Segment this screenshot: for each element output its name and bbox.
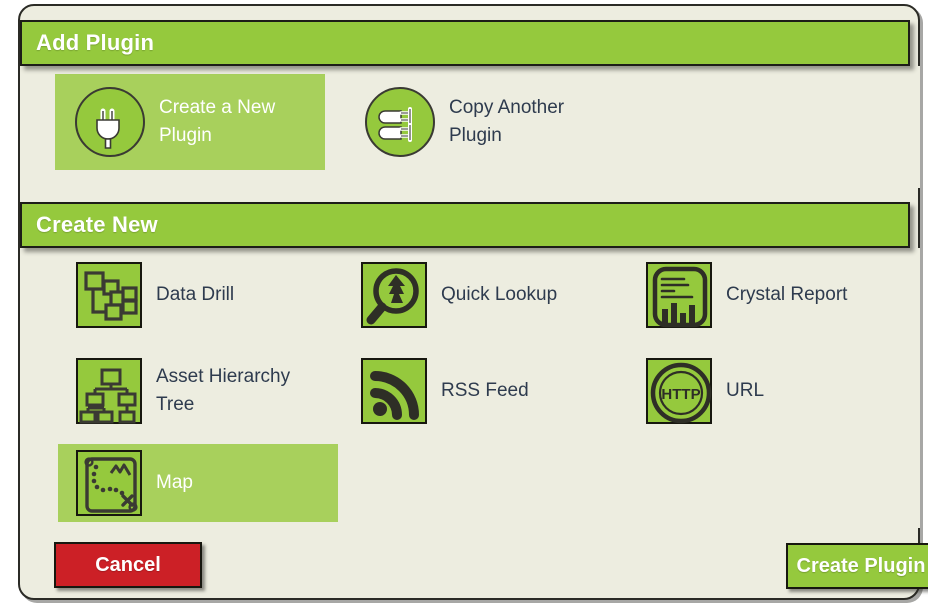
plug-icon [75, 87, 145, 157]
magnifier-bolt-icon [361, 262, 427, 328]
hierarchy-tree-icon [76, 358, 142, 424]
panel-create-new: Data Drill Quick Lookup Crystal Report A… [40, 248, 920, 528]
cancel-button[interactable]: Cancel [54, 542, 202, 588]
option-quick-lookup[interactable]: Quick Lookup [343, 256, 623, 334]
create-plugin-button-label: Create Plugin [796, 554, 926, 577]
cancel-button-label: Cancel [95, 553, 161, 576]
section-title-create-new: Create New [36, 212, 158, 237]
option-label: Map [156, 472, 193, 494]
option-rss-feed[interactable]: RSS Feed [343, 352, 623, 430]
option-label: RSS Feed [441, 380, 529, 402]
option-url[interactable]: HTTP URL [628, 352, 908, 430]
option-label: Copy Another Plugin [449, 97, 565, 146]
option-label: Crystal Report [726, 284, 848, 306]
section-header-create-new: Create New [20, 202, 910, 248]
option-copy-another-plugin[interactable]: Copy Another Plugin [345, 74, 625, 170]
option-label: Create a New Plugin [159, 97, 276, 146]
option-asset-hierarchy-tree[interactable]: Asset Hierarchy Tree [58, 352, 338, 430]
two-plugs-icon [365, 87, 435, 157]
option-label: Data Drill [156, 284, 235, 306]
create-plugin-button[interactable]: Create Plugin [786, 543, 928, 589]
panel-add-plugin: Create a New Plugin Copy Another Plugin [40, 66, 920, 188]
report-chart-icon [646, 262, 712, 328]
section-header-add-plugin: Add Plugin [20, 20, 910, 66]
option-data-drill[interactable]: Data Drill [58, 256, 338, 334]
data-drill-icon [76, 262, 142, 328]
http-globe-icon: HTTP [646, 358, 712, 424]
svg-text:HTTP: HTTP [661, 386, 700, 403]
option-label: Quick Lookup [441, 284, 558, 306]
option-map[interactable]: Map [58, 444, 338, 522]
option-label: URL [726, 380, 765, 402]
option-label: Asset Hierarchy Tree [156, 366, 291, 415]
rss-icon [361, 358, 427, 424]
section-title-add-plugin: Add Plugin [36, 30, 155, 55]
add-plugin-dialog: Add Plugin Create a New Plugin Copy Anot… [18, 4, 928, 600]
treasure-map-icon [76, 450, 142, 516]
option-crystal-report[interactable]: Crystal Report [628, 256, 908, 334]
option-create-a-new-plugin[interactable]: Create a New Plugin [55, 74, 325, 170]
